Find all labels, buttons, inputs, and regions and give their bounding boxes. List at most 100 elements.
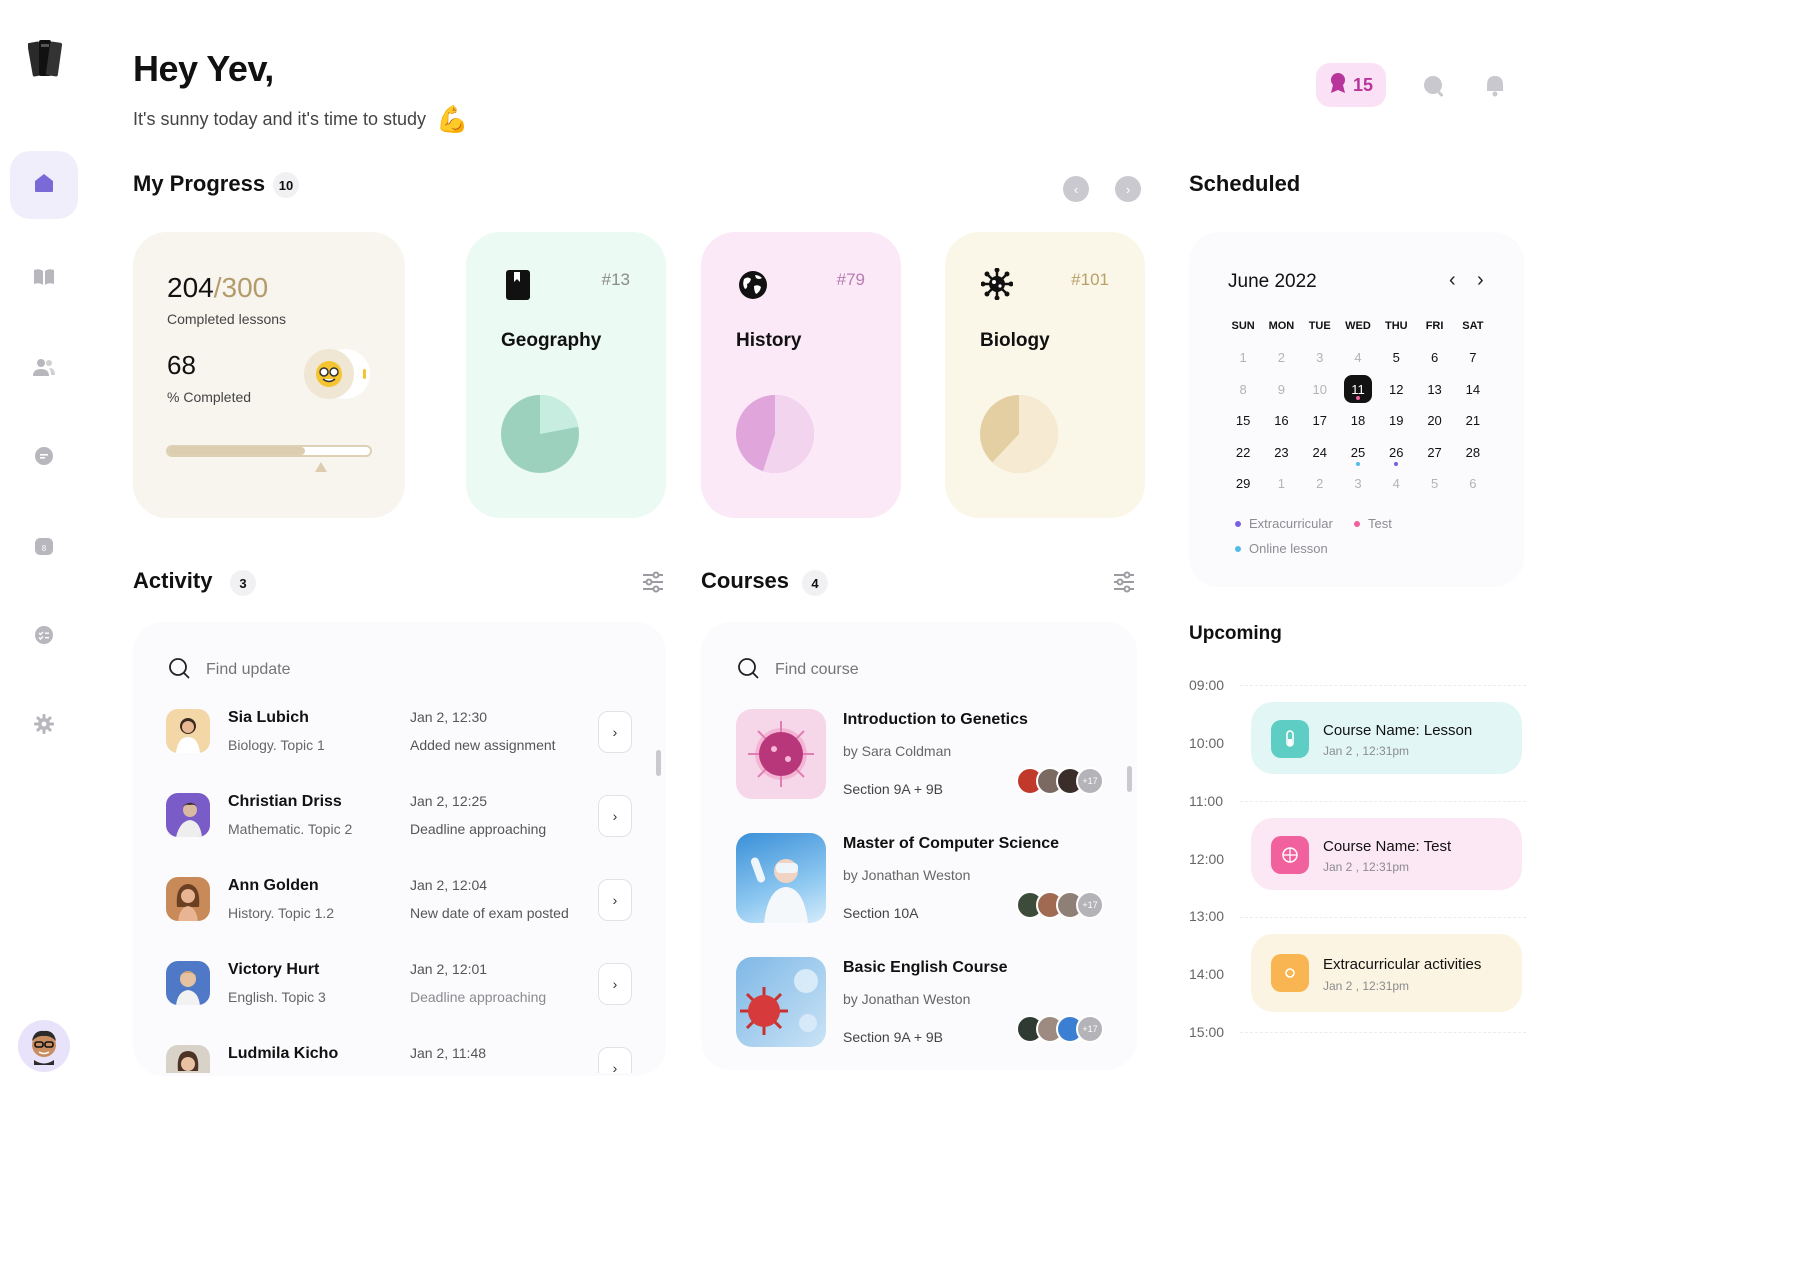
upcoming-event[interactable]: Course Name: Lesson Jan 2 , 12:31pm [1251,702,1522,774]
calendar-day[interactable]: 5 [1415,468,1453,500]
calendar-day[interactable]: 3 [1339,468,1377,500]
open-activity-button[interactable]: › [598,1047,632,1073]
nav-tasks[interactable] [10,603,78,671]
calendar-day-number: 1 [1277,476,1286,492]
subject-card-biology[interactable]: #101 Biology [945,232,1145,518]
nav-messages[interactable] [10,424,78,492]
activity-item[interactable]: Sia Lubich Biology. Topic 1 Jan 2, 12:30… [166,709,636,769]
calendar-day[interactable]: 11 [1339,374,1377,406]
calendar-day[interactable]: 24 [1301,437,1339,469]
calendar-day[interactable]: 6 [1454,468,1492,500]
user-avatar[interactable] [18,1020,70,1072]
open-activity-button[interactable]: › [598,963,632,1005]
calendar-day-number: 12 [1389,381,1404,397]
calendar-day-number: 24 [1312,444,1327,460]
chevron-right-icon: › [612,724,618,740]
course-item[interactable]: Basic English Course by Jonathan Weston … [736,957,1106,1049]
calendar-day[interactable]: 9 [1262,374,1300,406]
nav-calendar[interactable]: 8 [10,514,78,582]
open-activity-button[interactable]: › [598,879,632,921]
calendar-day-number: 2 [1316,476,1324,492]
calendar-day[interactable]: 23 [1262,437,1300,469]
subject-pie-chart [736,395,814,473]
participants-stack[interactable]: +17 [1016,1015,1104,1043]
subject-card-geography[interactable]: #13 Geography [466,232,666,518]
calendar-day-number: 25 [1350,444,1366,460]
nav-settings[interactable] [10,692,78,760]
calendar-day-number: 8 [1239,381,1247,397]
calendar-day[interactable]: 10 [1301,374,1339,406]
progress-prev-button[interactable]: ‹ [1063,176,1089,202]
open-activity-button[interactable]: › [598,711,632,753]
activity-user-name: Victory Hurt [228,961,320,978]
app-logo[interactable] [27,34,64,80]
progress-next-button[interactable]: › [1115,176,1141,202]
calendar-day[interactable]: 2 [1301,468,1339,500]
calendar-day[interactable]: 29 [1224,468,1262,500]
scheduled-title: Scheduled [1189,171,1301,196]
calendar-day[interactable]: 14 [1454,374,1492,406]
calendar-day[interactable]: 15 [1224,405,1262,437]
avatar [166,1045,210,1073]
activity-item[interactable]: Ludmila Kicho Jan 2, 11:48 › [166,1045,636,1073]
calendar-day[interactable]: 4 [1339,342,1377,374]
open-activity-button[interactable]: › [598,795,632,837]
search-icon[interactable] [1421,73,1447,99]
nav-users[interactable] [10,335,78,403]
calendar-day[interactable]: 5 [1377,342,1415,374]
search-icon [737,657,759,684]
calendar-day[interactable]: 20 [1415,405,1453,437]
legend-label: Extracurricular [1249,516,1333,531]
filter-icon[interactable] [641,570,665,599]
calendar-day-number: 22 [1235,444,1251,460]
activity-item[interactable]: Victory Hurt English. Topic 3 Jan 2, 12:… [166,961,636,1021]
calendar-day[interactable]: 25 [1339,437,1377,469]
calendar-day[interactable]: 27 [1415,437,1453,469]
calendar-day[interactable]: 13 [1415,374,1453,406]
calendar-day[interactable]: 1 [1224,342,1262,374]
event-title: Extracurricular activities [1323,956,1482,973]
calendar-day[interactable]: 16 [1262,405,1300,437]
subject-pie-chart [501,395,579,473]
calendar-day[interactable]: 18 [1339,405,1377,437]
upcoming-event[interactable]: Course Name: Test Jan 2 , 12:31pm [1251,818,1522,890]
upcoming-event[interactable]: Extracurricular activities Jan 2 , 12:31… [1251,934,1522,1012]
calendar-day[interactable]: 12 [1377,374,1415,406]
time-label: 12:00 [1189,851,1225,867]
calendar-next-button[interactable]: › [1477,269,1484,292]
activity-item[interactable]: Christian Driss Mathematic. Topic 2 Jan … [166,793,636,853]
courses-scrollbar[interactable] [1127,766,1132,792]
calendar-day[interactable]: 28 [1454,437,1492,469]
participants-stack[interactable]: +17 [1016,891,1104,919]
bell-icon[interactable] [1482,73,1508,99]
avatar [166,709,210,753]
basketball-icon [1271,836,1309,874]
calendar-day[interactable]: 1 [1262,468,1300,500]
activity-scrollbar[interactable] [656,750,661,776]
course-search-input[interactable] [775,657,1075,683]
nav-courses[interactable] [10,245,78,313]
course-item[interactable]: Master of Computer Science by Jonathan W… [736,833,1106,925]
activity-item[interactable]: Ann Golden History. Topic 1.2 Jan 2, 12:… [166,877,636,937]
calendar-prev-button[interactable]: ‹ [1449,269,1456,292]
calendar-day[interactable]: 26 [1377,437,1415,469]
calendar-day[interactable]: 3 [1301,342,1339,374]
calendar-day[interactable]: 19 [1377,405,1415,437]
calendar-day[interactable]: 6 [1415,342,1453,374]
course-item[interactable]: Introduction to Genetics by Sara Coldman… [736,709,1106,801]
filter-icon[interactable] [1112,570,1136,599]
nav-home[interactable] [10,151,78,219]
calendar-day[interactable]: 2 [1262,342,1300,374]
event-time: Jan 2 , 12:31pm [1323,979,1410,993]
calendar-day[interactable]: 8 [1224,374,1262,406]
calendar-day[interactable]: 21 [1454,405,1492,437]
calendar-day[interactable]: 7 [1454,342,1492,374]
subject-card-history[interactable]: #79 History [701,232,901,518]
calendar-day[interactable]: 22 [1224,437,1262,469]
achievements-badge[interactable]: 15 [1316,63,1386,107]
participants-stack[interactable]: +17 [1016,767,1104,795]
calendar-day[interactable]: 4 [1377,468,1415,500]
calendar-day[interactable]: 17 [1301,405,1339,437]
activity-search-input[interactable] [206,657,586,683]
activity-time: Jan 2, 11:48 [410,1045,487,1061]
